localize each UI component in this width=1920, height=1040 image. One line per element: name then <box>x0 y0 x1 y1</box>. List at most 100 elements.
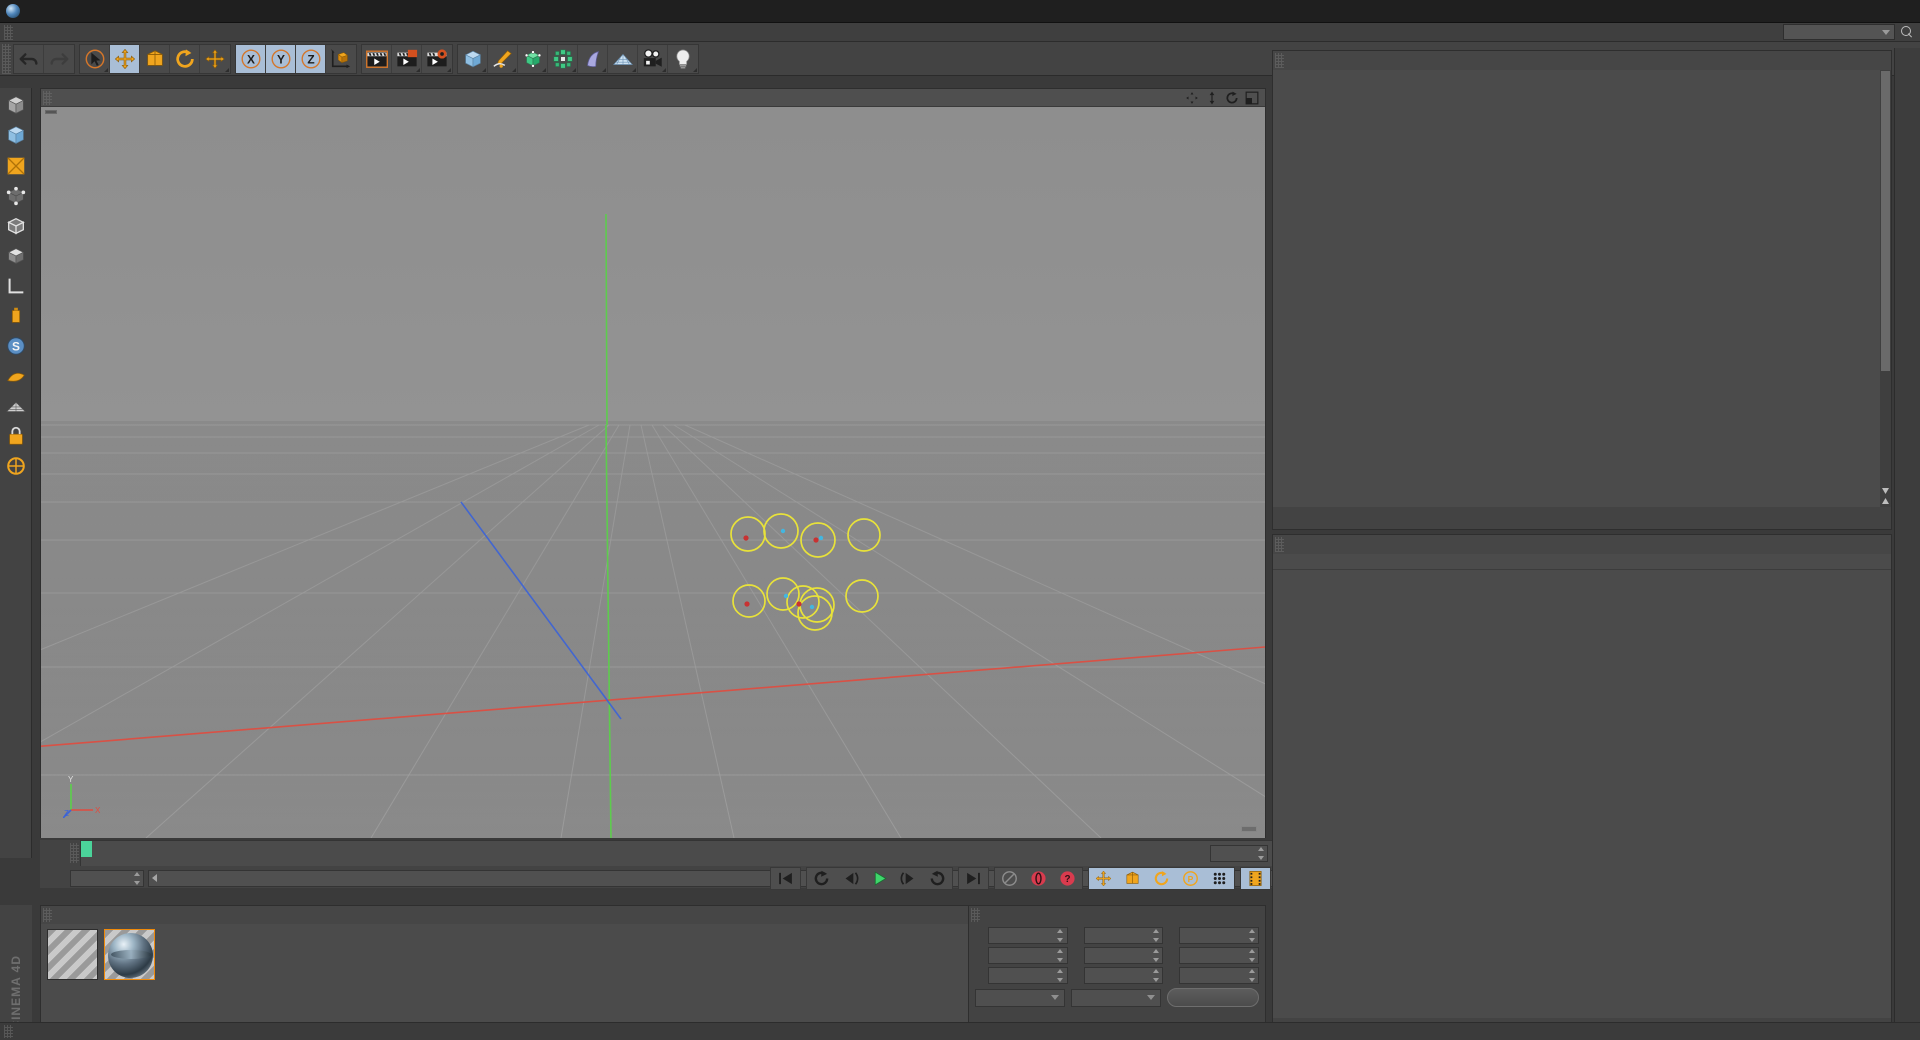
record-position-button[interactable] <box>1089 867 1118 889</box>
autokeying-button[interactable] <box>995 868 1024 889</box>
move-axis-button[interactable] <box>200 45 230 73</box>
timeline-ruler[interactable] <box>80 840 1302 866</box>
scale-tool-button[interactable] <box>140 44 170 73</box>
object-manager-scrollbar[interactable] <box>1880 70 1891 507</box>
undo-button[interactable] <box>14 44 44 73</box>
model-mode-button[interactable] <box>2 122 30 150</box>
coordinates-grip[interactable] <box>971 908 980 922</box>
layout-select[interactable] <box>1783 24 1895 40</box>
maximize-view-icon[interactable] <box>1245 91 1259 105</box>
add-spline-button[interactable] <box>488 44 518 73</box>
workplane-button[interactable] <box>2 362 30 390</box>
lock-z-axis-button[interactable]: Z <box>296 44 326 73</box>
render-view-button[interactable] <box>362 44 392 73</box>
texture-mode-button[interactable] <box>2 152 30 180</box>
make-editable-button[interactable] <box>2 92 30 120</box>
timeline-right-frame-field[interactable] <box>1210 845 1268 862</box>
coordinate-mode-select[interactable] <box>1071 988 1161 1007</box>
add-deformer-button[interactable] <box>578 44 608 73</box>
scrollbar-thumb[interactable] <box>1881 71 1890 371</box>
position-y-field[interactable] <box>988 946 1068 964</box>
record-pla-button[interactable]: P <box>1176 867 1205 889</box>
add-camera-button[interactable] <box>638 44 668 73</box>
step-back-button[interactable] <box>836 868 865 889</box>
dock-tab-content-browser[interactable] <box>1895 64 1920 80</box>
goto-start-button[interactable] <box>771 868 800 889</box>
maximize-button[interactable] <box>1830 0 1875 23</box>
polygons-mode-button[interactable] <box>2 242 30 270</box>
spinner-icon[interactable] <box>1152 928 1159 942</box>
spinner-icon[interactable] <box>1257 847 1264 860</box>
play-reverse-button[interactable] <box>807 868 836 889</box>
grid-toggle-button[interactable] <box>2 392 30 420</box>
axis-mode-button[interactable] <box>2 272 30 300</box>
apply-button[interactable] <box>1167 988 1259 1007</box>
spinner-icon[interactable] <box>1057 968 1064 982</box>
redo-button[interactable] <box>44 45 74 73</box>
add-light-button[interactable] <box>668 45 698 73</box>
layer-manager-grip[interactable] <box>1275 537 1284 552</box>
timeline-button[interactable] <box>1241 867 1270 889</box>
move-tool-button[interactable] <box>110 44 140 73</box>
range-left-arrow-icon[interactable] <box>152 874 157 882</box>
texture-axis-button[interactable] <box>2 452 30 480</box>
goto-end-button[interactable] <box>959 868 988 889</box>
lock-y-axis-button[interactable]: Y <box>266 44 296 73</box>
spinner-icon[interactable] <box>1057 928 1064 942</box>
snap-mode-button[interactable]: S <box>2 332 30 360</box>
status-grip[interactable] <box>4 1025 13 1038</box>
lock-button[interactable] <box>2 422 30 450</box>
add-floor-button[interactable] <box>608 44 638 73</box>
layer-list[interactable] <box>1273 570 1891 1018</box>
keyframe-selection-button[interactable]: ? <box>1053 868 1082 889</box>
play-button[interactable] <box>865 868 894 889</box>
add-generator-button[interactable] <box>518 44 548 73</box>
viewport-canvas[interactable]: Y X Z <box>41 107 1265 838</box>
spinner-icon[interactable] <box>1152 968 1159 982</box>
rotate-tool-button[interactable] <box>170 44 200 73</box>
spinner-icon[interactable] <box>1248 928 1255 942</box>
rotation-h-field[interactable] <box>1179 926 1260 944</box>
lock-x-axis-button[interactable]: X <box>236 44 266 73</box>
rotation-p-field[interactable] <box>1179 946 1260 964</box>
rotate-view-icon[interactable] <box>1225 91 1239 105</box>
material-manager-grip[interactable] <box>43 908 52 922</box>
edges-mode-button[interactable] <box>2 212 30 240</box>
record-scale-button[interactable] <box>1118 867 1147 889</box>
position-x-field[interactable] <box>988 926 1068 944</box>
record-parameter-button[interactable] <box>1205 867 1234 889</box>
size-z-field[interactable] <box>1083 966 1164 984</box>
size-x-field[interactable] <box>1083 926 1164 944</box>
spinner-icon[interactable] <box>1248 948 1255 962</box>
coordinate-space-select[interactable] <box>975 988 1065 1007</box>
add-array-button[interactable] <box>548 44 578 73</box>
object-manager-grip[interactable] <box>1275 53 1284 68</box>
material-item[interactable] <box>47 929 98 1019</box>
render-region-button[interactable] <box>392 44 422 73</box>
close-button[interactable] <box>1875 0 1920 23</box>
add-cube-button[interactable] <box>458 44 488 73</box>
rotation-b-field[interactable] <box>1179 966 1260 984</box>
step-forward-button[interactable] <box>894 868 923 889</box>
toolbar-grip[interactable] <box>2 43 11 74</box>
dock-tab-layers[interactable] <box>1895 242 1920 258</box>
current-frame-field[interactable] <box>70 869 144 887</box>
size-y-field[interactable] <box>1083 946 1164 964</box>
loop-button[interactable] <box>923 868 952 889</box>
dolly-icon[interactable] <box>1205 91 1219 105</box>
menu-grip[interactable] <box>4 24 13 40</box>
dock-tab-objects[interactable] <box>1895 48 1920 64</box>
pan-icon[interactable] <box>1185 91 1199 105</box>
scroll-up-icon[interactable] <box>1881 497 1890 506</box>
live-selection-button[interactable] <box>80 44 110 73</box>
material-item[interactable] <box>104 929 155 1019</box>
minimize-button[interactable] <box>1785 0 1830 23</box>
position-z-field[interactable] <box>988 966 1068 984</box>
dock-tab-structure[interactable] <box>1895 80 1920 96</box>
render-settings-button[interactable] <box>422 45 452 73</box>
spinner-icon[interactable] <box>1152 948 1159 962</box>
spinner-icon[interactable] <box>1248 968 1255 982</box>
enable-axis-button[interactable] <box>2 302 30 330</box>
viewport-grip[interactable] <box>43 90 52 105</box>
scroll-down-icon[interactable] <box>1881 486 1890 495</box>
